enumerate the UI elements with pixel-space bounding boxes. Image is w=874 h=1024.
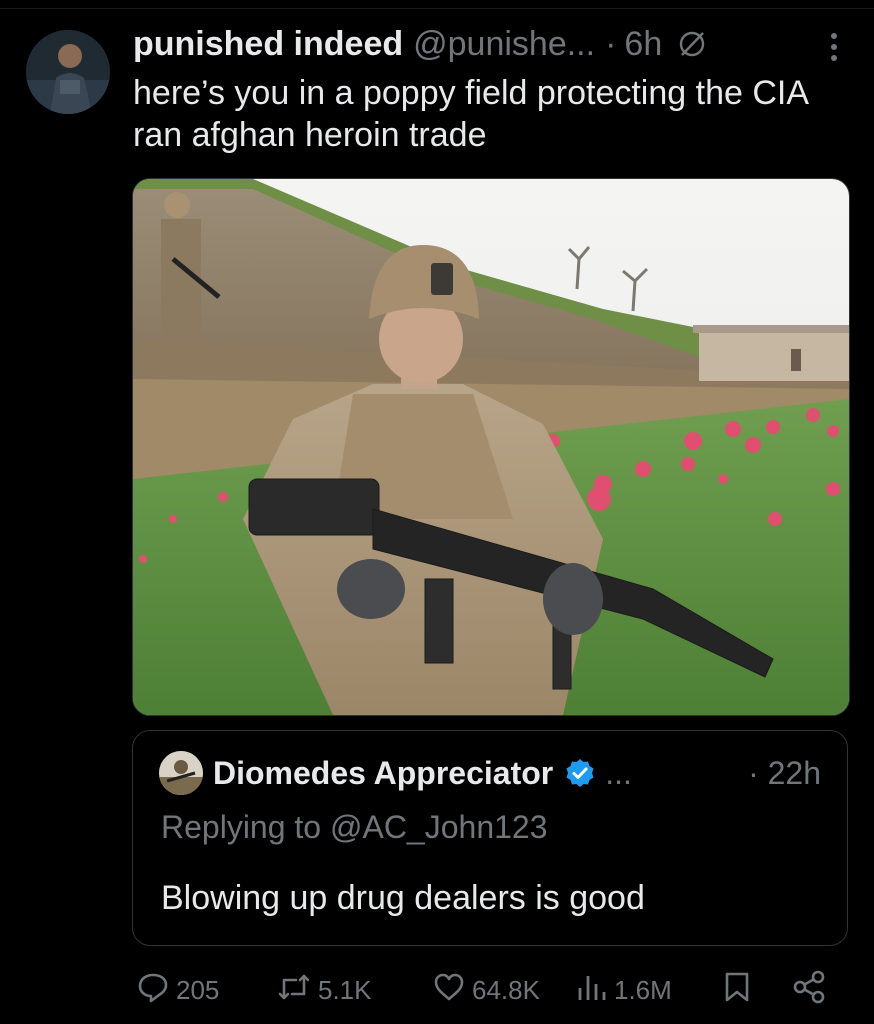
quote-author-avatar[interactable]	[159, 751, 203, 795]
quoted-tweet[interactable]: Diomedes Appreciator ... · 22h Replying …	[132, 730, 848, 946]
mute-icon	[676, 28, 708, 60]
author-name[interactable]: punished indeed	[133, 25, 403, 64]
replying-to: Replying to @AC_John123	[161, 809, 548, 845]
quote-header: Diomedes Appreciator ... · 22h	[213, 749, 821, 797]
quote-author-name[interactable]: Diomedes Appreciator	[213, 755, 553, 792]
repost-icon	[276, 970, 318, 1011]
tweet-header: punished indeed @punishe... · 6h	[133, 22, 844, 66]
action-bar: 205 5.1K 64.8K 1.6M	[136, 966, 836, 1014]
reply-button[interactable]: 205	[136, 966, 219, 1014]
author-handle[interactable]: @punishe...	[413, 25, 595, 64]
views-count: 1.6M	[614, 974, 672, 1005]
author-avatar[interactable]	[26, 30, 110, 114]
tweet-photo[interactable]	[132, 178, 850, 716]
verified-icon	[565, 758, 595, 788]
views-icon	[576, 970, 614, 1011]
repost-count: 5.1K	[318, 974, 372, 1005]
bookmark-button[interactable]	[722, 966, 758, 1014]
top-divider	[0, 0, 874, 9]
share-button[interactable]	[792, 966, 832, 1014]
like-count: 64.8K	[472, 974, 540, 1005]
separator-dot: ·	[605, 24, 617, 63]
like-icon	[432, 970, 472, 1011]
share-icon	[792, 970, 832, 1011]
tweet-text: here’s you in a poppy field protecting t…	[133, 74, 808, 154]
quote-text: Blowing up drug dealers is good	[161, 879, 645, 917]
reply-count: 205	[176, 974, 220, 1005]
bookmark-icon	[722, 970, 758, 1011]
more-icon[interactable]	[828, 30, 840, 69]
quote-handle-ellipsis: ...	[605, 754, 632, 791]
like-button[interactable]: 64.8K	[432, 966, 540, 1014]
quote-time[interactable]: · 22h	[748, 755, 821, 792]
repost-button[interactable]: 5.1K	[276, 966, 372, 1014]
views-button[interactable]: 1.6M	[576, 966, 672, 1014]
tweet-time[interactable]: 6h	[624, 25, 662, 64]
reply-icon	[136, 970, 176, 1011]
